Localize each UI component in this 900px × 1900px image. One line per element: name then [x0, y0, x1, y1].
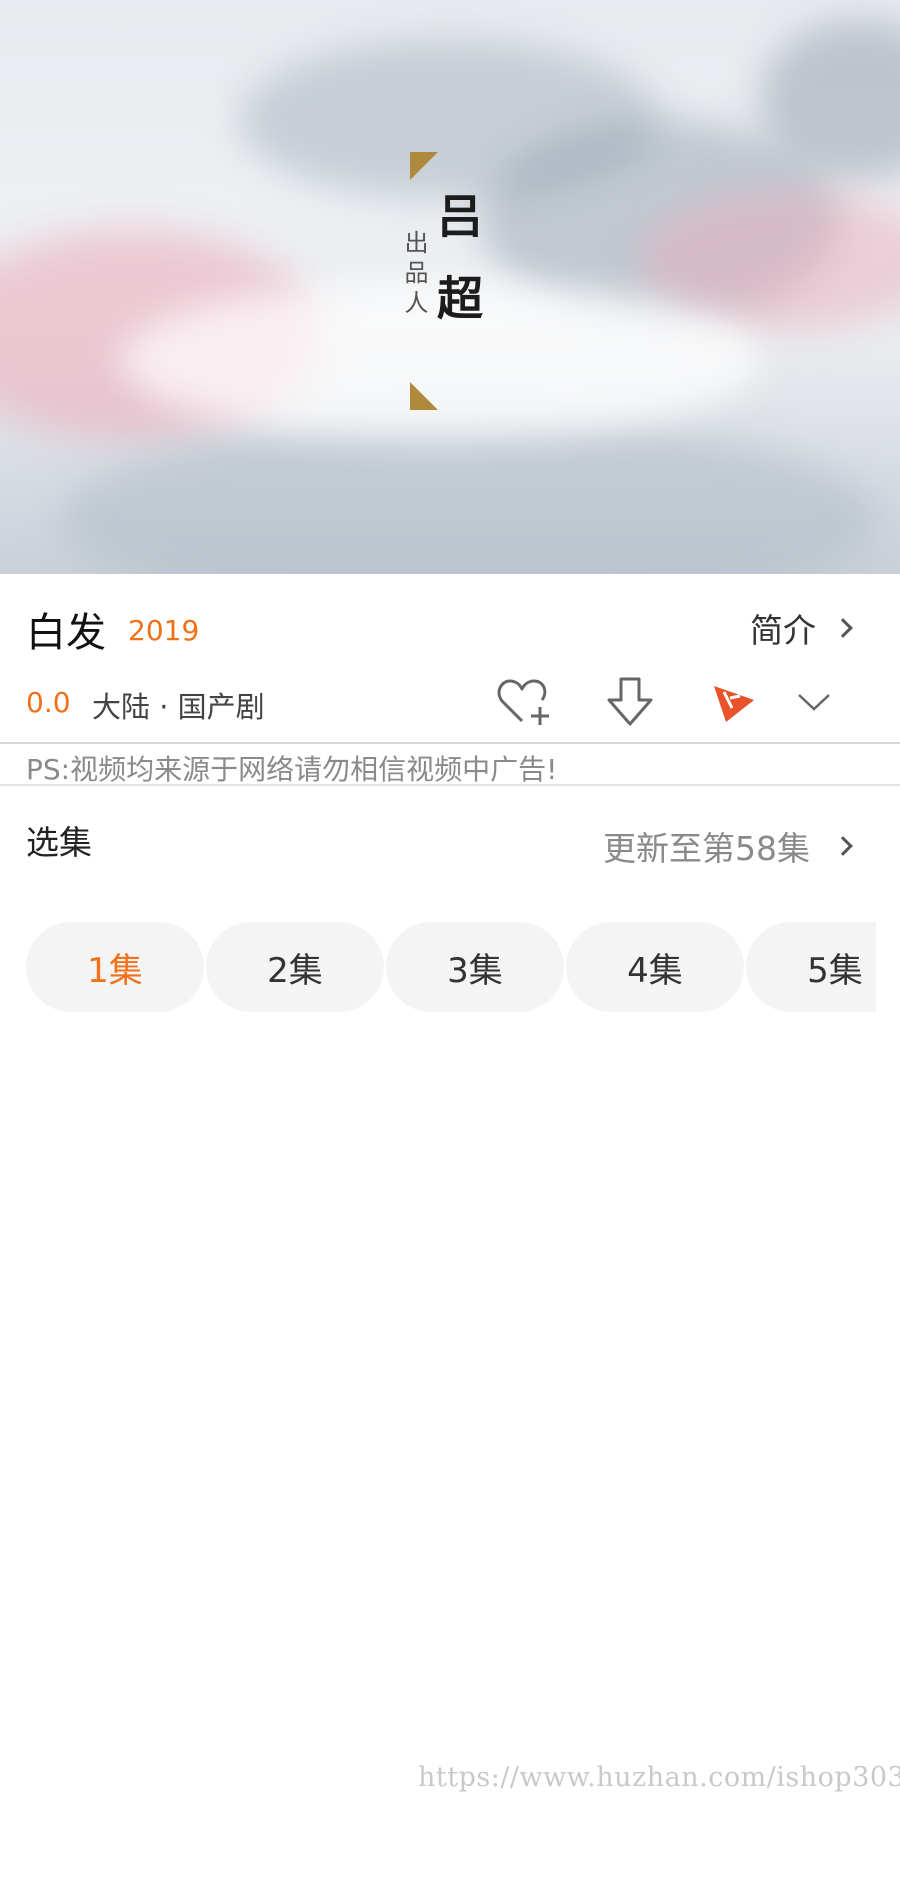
download-icon	[607, 677, 653, 726]
chevron-right-icon	[833, 836, 853, 856]
video-frame-credit: 出品人 吕超	[400, 152, 490, 410]
watermark-url: https://www.huzhan.com/ishop30372	[418, 1762, 900, 1793]
share-button[interactable]	[704, 672, 764, 732]
divider	[0, 784, 900, 786]
episode-button[interactable]: 5集	[746, 922, 876, 1012]
episode-button[interactable]: 3集	[386, 922, 564, 1012]
expand-button[interactable]	[784, 672, 844, 732]
update-status: 更新至第58集	[603, 829, 810, 868]
chevron-down-icon	[798, 694, 830, 711]
intro-label: 简介	[750, 611, 816, 650]
episode-button[interactable]: 1集	[26, 922, 204, 1012]
video-player[interactable]: 出品人 吕超	[0, 0, 900, 574]
heart-plus-icon	[497, 679, 549, 725]
ornament-corner	[410, 382, 438, 410]
cloud-shape	[60, 420, 880, 574]
episode-list[interactable]: 1集 2集 3集 4集 5集	[26, 922, 876, 1012]
credit-name: 吕超	[430, 192, 484, 356]
show-title: 白发	[26, 610, 106, 656]
show-year: 2019	[128, 614, 200, 647]
download-button[interactable]	[600, 672, 660, 732]
chevron-right-icon	[833, 618, 853, 638]
episode-button[interactable]: 2集	[206, 922, 384, 1012]
episode-button[interactable]: 4集	[566, 922, 744, 1012]
episodes-section-title: 选集	[26, 823, 92, 862]
disclaimer-notice: PS:视频均来源于网络请勿相信视频中广告!	[26, 753, 558, 786]
rating-score: 0.0	[26, 686, 71, 719]
episodes-update-link[interactable]: 更新至第58集	[603, 822, 853, 870]
favorite-button[interactable]	[494, 672, 554, 732]
divider	[0, 742, 900, 744]
intro-button[interactable]: 简介	[750, 604, 853, 652]
ornament-corner	[410, 152, 438, 180]
region-genre: 大陆 · 国产剧	[92, 690, 265, 724]
share-icon	[714, 686, 754, 722]
